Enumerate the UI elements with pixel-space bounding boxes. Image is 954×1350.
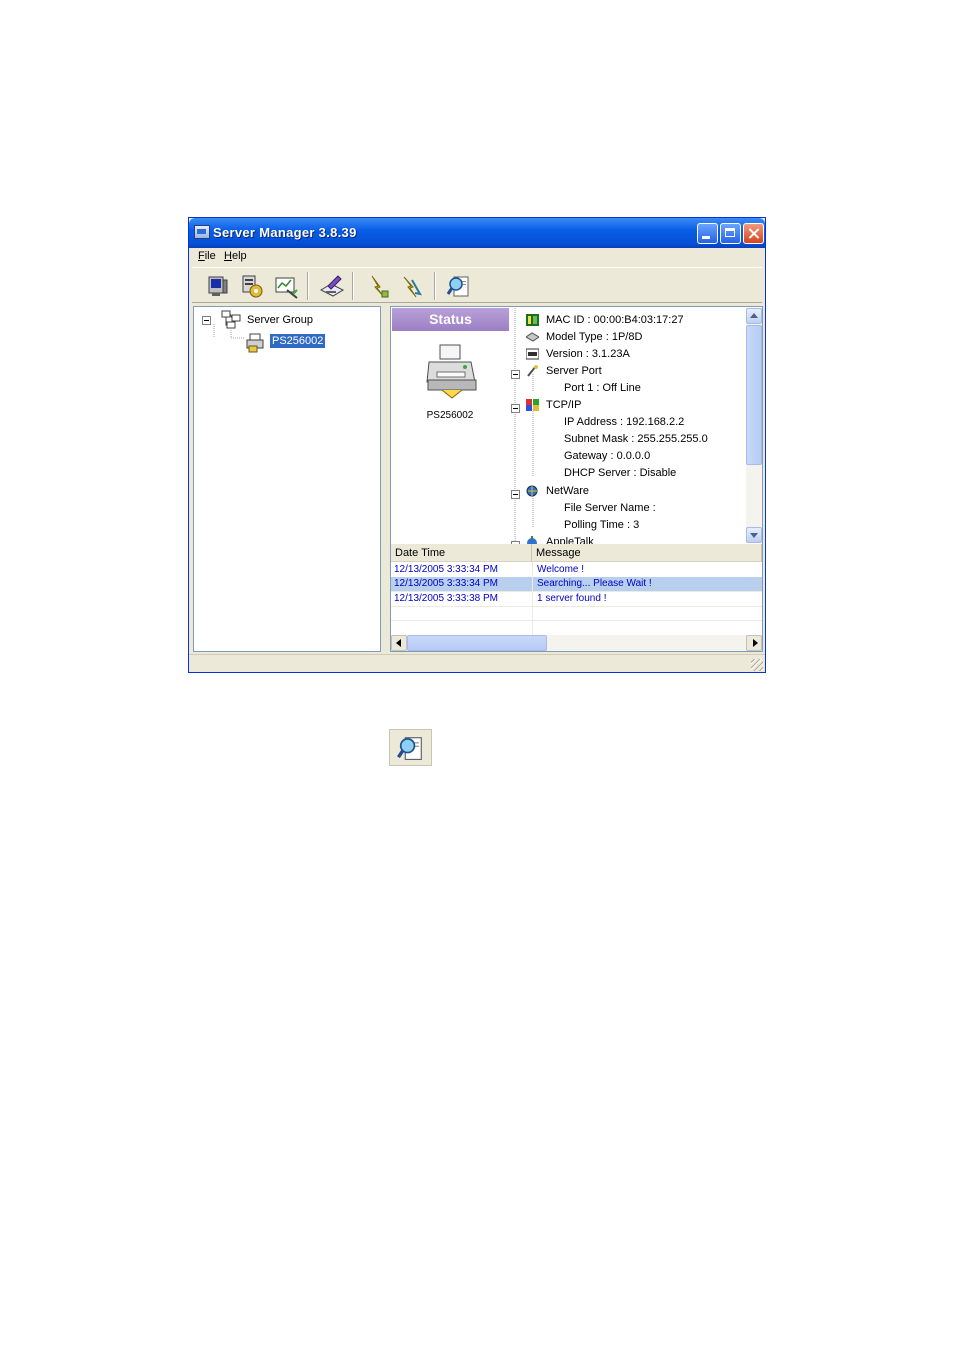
- resize-grip[interactable]: [751, 659, 763, 671]
- menu-file[interactable]: File: [198, 250, 216, 262]
- app-icon: [194, 225, 210, 239]
- menu-bar: File Help: [189, 248, 765, 266]
- dhcp-server-line: DHCP Server : Disable: [564, 467, 677, 479]
- printer-icon: [426, 344, 477, 399]
- netware-icon: [526, 485, 538, 497]
- netware-line: NetWare: [546, 485, 589, 497]
- status-vertical-scrollbar[interactable]: [746, 308, 762, 543]
- tcpip-icon: [526, 399, 539, 411]
- scroll-left-button[interactable]: [391, 635, 407, 651]
- server-tree-pane: Server Group PS256002: [193, 306, 381, 652]
- scroll-thumb[interactable]: [746, 325, 762, 465]
- tree-collapse-toggle[interactable]: [202, 316, 211, 325]
- log-row[interactable]: 12/13/2005 3:33:38 PM 1 server found !: [391, 592, 762, 607]
- server-manager-window: Server Manager 3.8.39 File Help Server G…: [188, 217, 766, 673]
- tree-connector: [213, 324, 245, 339]
- horizontal-scroll-thumb[interactable]: [407, 635, 547, 651]
- edit-icon[interactable]: [318, 272, 346, 300]
- reset-icon[interactable]: [398, 272, 426, 300]
- message-log: Date Time Message 12/13/2005 3:33:34 PM …: [391, 544, 762, 651]
- toggle-server-port[interactable]: [511, 370, 520, 379]
- search-icon[interactable]: [445, 272, 473, 300]
- log-time: 12/13/2005 3:33:34 PM: [394, 564, 498, 575]
- toolbar-separator: [434, 272, 436, 300]
- polling-time-line: Polling Time : 3: [564, 519, 640, 531]
- log-row[interactable]: 12/13/2005 3:33:34 PM Searching... Pleas…: [391, 577, 762, 592]
- log-message: Searching... Please Wait !: [537, 578, 652, 589]
- model-icon: [526, 332, 539, 342]
- toolbar-separator: [307, 272, 309, 300]
- version-line: Version : 3.1.23A: [546, 348, 630, 360]
- ip-address-line: IP Address : 192.168.2.2: [564, 416, 685, 428]
- gateway-line: Gateway : 0.0.0.0: [564, 450, 651, 462]
- status-header: Status: [392, 308, 509, 331]
- printer-name-label: PS256002: [426, 410, 474, 421]
- close-button[interactable]: [743, 223, 764, 244]
- tree-item-print-server[interactable]: PS256002: [270, 334, 326, 348]
- server-port-line: Server Port: [546, 365, 602, 377]
- scroll-up-button[interactable]: [746, 308, 762, 324]
- mac-id-line: MAC ID : 00:00:B4:03:17:27: [546, 314, 684, 326]
- log-row[interactable]: 12/13/2005 3:33:34 PM Welcome !: [391, 563, 762, 578]
- monitor-icon[interactable]: [204, 272, 232, 300]
- log-time: 12/13/2005 3:33:34 PM: [394, 578, 498, 589]
- log-time: 12/13/2005 3:33:38 PM: [394, 593, 498, 604]
- settings-icon[interactable]: [238, 272, 266, 300]
- log-message: Welcome !: [537, 564, 585, 575]
- scroll-down-button[interactable]: [746, 527, 762, 543]
- version-icon: [526, 348, 539, 360]
- minimize-button[interactable]: [697, 223, 718, 244]
- pane-splitter[interactable]: [383, 306, 389, 652]
- port1-line: Port 1 : Off Line: [564, 382, 641, 394]
- menu-help[interactable]: Help: [224, 250, 247, 262]
- file-server-name-line: File Server Name :: [564, 502, 656, 514]
- print-server-icon: [246, 333, 264, 353]
- column-header-message[interactable]: Message: [532, 544, 762, 562]
- upgrade-icon[interactable]: [364, 272, 392, 300]
- toggle-tcpip[interactable]: [511, 404, 520, 413]
- log-row: [391, 606, 762, 621]
- column-header-date-time[interactable]: Date Time: [391, 544, 532, 562]
- toolbar-separator: [352, 272, 354, 300]
- model-type-line: Model Type : 1P/8D: [546, 331, 643, 343]
- report-icon[interactable]: [273, 272, 301, 300]
- details-pane: Status PS256002 MAC ID : 00:00:B4:03:17:…: [390, 306, 763, 652]
- tree-item-server-group[interactable]: Server Group: [247, 314, 313, 326]
- subnet-mask-line: Subnet Mask : 255.255.255.0: [564, 433, 708, 445]
- status-tree-lines: [514, 308, 534, 543]
- title-bar[interactable]: Server Manager 3.8.39: [189, 218, 765, 248]
- port-icon: [527, 365, 538, 377]
- toolbar: [192, 267, 762, 303]
- search-button-illustration: [389, 729, 432, 766]
- scroll-right-button[interactable]: [746, 635, 762, 651]
- window-title: Server Manager 3.8.39: [213, 225, 357, 240]
- maximize-button[interactable]: [720, 223, 741, 244]
- mac-icon: [526, 314, 539, 326]
- column-divider: [532, 562, 533, 635]
- log-message: 1 server found !: [537, 593, 607, 604]
- search-icon: [397, 737, 422, 760]
- status-bar: [189, 654, 765, 673]
- toggle-netware[interactable]: [511, 490, 520, 499]
- tcpip-line: TCP/IP: [546, 399, 582, 411]
- log-horizontal-scrollbar[interactable]: [391, 635, 762, 651]
